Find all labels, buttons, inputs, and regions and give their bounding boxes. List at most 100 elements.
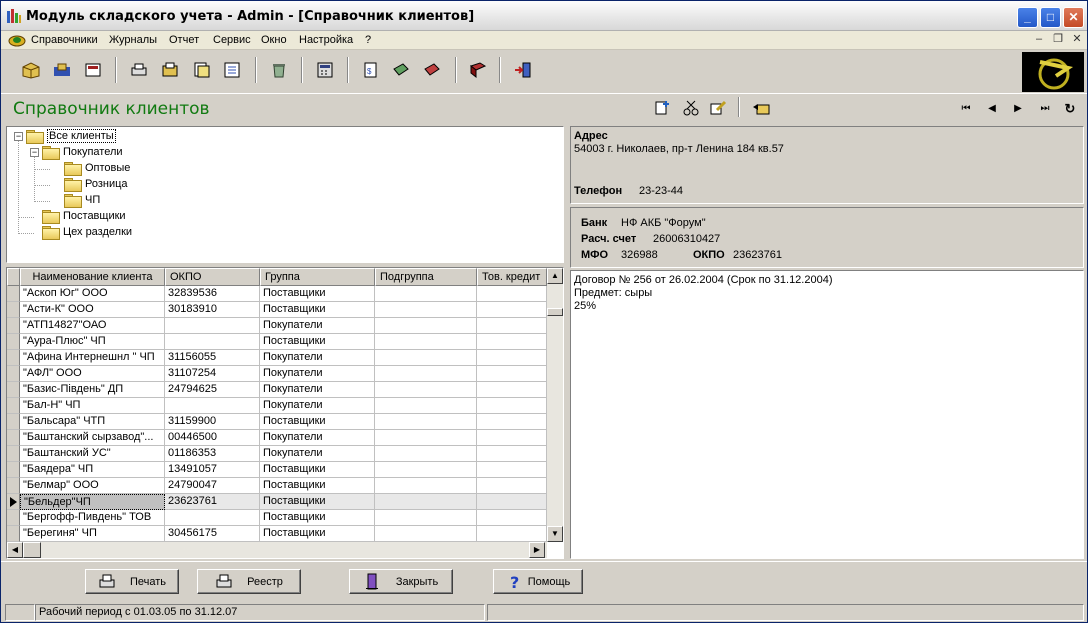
scroll-down-button[interactable]: ▼ bbox=[547, 526, 563, 542]
horizontal-scrollbar[interactable]: ◀ ▶ bbox=[7, 542, 547, 558]
vertical-scrollbar[interactable]: ▲ ▼ bbox=[547, 268, 563, 542]
collapse-toggle[interactable]: − bbox=[30, 148, 39, 157]
cell-name[interactable]: "Аскоп Юг" ООО bbox=[20, 286, 165, 302]
cell-credit[interactable] bbox=[477, 398, 547, 414]
cell-okpo[interactable] bbox=[165, 398, 260, 414]
notes-memo[interactable]: Договор № 256 от 26.02.2004 (Срок по 31.… bbox=[570, 270, 1084, 559]
cell-credit[interactable] bbox=[477, 462, 547, 478]
first-record-button[interactable]: ⏮ bbox=[955, 100, 977, 118]
cell-name[interactable]: "Бальсара" ЧТП bbox=[20, 414, 165, 430]
table-row[interactable]: "Баштанский сырзавод"... 00446500 Покупате… bbox=[7, 430, 547, 446]
cell-subgroup[interactable] bbox=[375, 318, 477, 334]
cell-group[interactable]: Покупатели bbox=[260, 350, 375, 366]
menu-service[interactable]: Сервис bbox=[213, 34, 251, 46]
client-group-tree[interactable]: − − Все клиенты Покупатели Оптовые Розни… bbox=[6, 126, 564, 263]
refresh-button[interactable]: ↻ bbox=[1059, 100, 1081, 118]
cell-group[interactable]: Поставщики bbox=[260, 494, 375, 510]
print-button[interactable]: Печать bbox=[85, 569, 179, 594]
book-button[interactable] bbox=[466, 59, 490, 81]
cell-credit[interactable] bbox=[477, 382, 547, 398]
row-indicator[interactable] bbox=[7, 334, 20, 350]
cell-credit[interactable] bbox=[477, 366, 547, 382]
cell-group[interactable]: Покупатели bbox=[260, 318, 375, 334]
next-record-button[interactable]: ▶ bbox=[1007, 100, 1029, 118]
cell-name[interactable]: "Баштанский сырзавод"... bbox=[20, 430, 165, 446]
column-header-group[interactable]: Группа bbox=[260, 268, 375, 286]
row-indicator[interactable] bbox=[7, 446, 20, 462]
table-row[interactable]: "Баштанский УС" 01186353 Покупатели bbox=[7, 446, 547, 462]
cell-okpo[interactable]: 32839536 bbox=[165, 286, 260, 302]
table-row[interactable]: "Афина Интернешнл " ЧП 31156055 Покупатели bbox=[7, 350, 547, 366]
cell-name[interactable]: "Афина Интернешнл " ЧП bbox=[20, 350, 165, 366]
mdi-close-button[interactable]: ✕ bbox=[1069, 33, 1085, 47]
row-indicator[interactable] bbox=[7, 526, 20, 542]
cell-group[interactable]: Поставщики bbox=[260, 302, 375, 318]
cell-group[interactable]: Покупатели bbox=[260, 382, 375, 398]
menu-help[interactable]: ? bbox=[365, 34, 371, 46]
open-folder-button[interactable] bbox=[750, 98, 772, 118]
column-header-credit[interactable]: Тов. кредит bbox=[477, 268, 547, 286]
table-row[interactable]: "Берегиня" ЧП 30456175 Поставщики bbox=[7, 526, 547, 542]
scroll-right-button[interactable]: ▶ bbox=[529, 542, 545, 558]
table-row[interactable]: "Аскоп Юг" ООО 32839536 Поставщики bbox=[7, 286, 547, 302]
tree-node-workshop[interactable]: Цех разделки bbox=[42, 224, 132, 240]
cell-okpo[interactable]: 31159900 bbox=[165, 414, 260, 430]
tree-node-suppliers[interactable]: Поставщики bbox=[42, 208, 126, 224]
tree-node-all-clients[interactable]: Все клиенты bbox=[26, 128, 116, 144]
cell-okpo[interactable] bbox=[165, 318, 260, 334]
cell-subgroup[interactable] bbox=[375, 366, 477, 382]
cell-group[interactable]: Поставщики bbox=[260, 334, 375, 350]
cell-name[interactable]: "Асти-К" ООО bbox=[20, 302, 165, 318]
menu-journals[interactable]: Журналы bbox=[109, 34, 157, 46]
cell-credit[interactable] bbox=[477, 286, 547, 302]
tree-node-wholesale[interactable]: Оптовые bbox=[64, 160, 130, 176]
table-row[interactable]: "Аура-Плюс" ЧП Поставщики bbox=[7, 334, 547, 350]
table-row[interactable]: "Асти-К" ООО 30183910 Поставщики bbox=[7, 302, 547, 318]
cell-credit[interactable] bbox=[477, 526, 547, 542]
cell-okpo[interactable]: 23623761 bbox=[165, 494, 260, 510]
cell-subgroup[interactable] bbox=[375, 382, 477, 398]
row-indicator[interactable] bbox=[7, 430, 20, 446]
cell-name[interactable]: "Бельдер"ЧП bbox=[20, 494, 165, 510]
cell-subgroup[interactable] bbox=[375, 350, 477, 366]
cards-button[interactable] bbox=[81, 59, 105, 81]
table-row[interactable]: "АТП14827"ОАО Покупатели bbox=[7, 318, 547, 334]
report3-button[interactable] bbox=[420, 59, 444, 81]
menu-settings[interactable]: Настройка bbox=[299, 34, 353, 46]
row-indicator[interactable] bbox=[7, 462, 20, 478]
cell-name[interactable]: "Белмар" ООО bbox=[20, 478, 165, 494]
cell-subgroup[interactable] bbox=[375, 430, 477, 446]
table-row[interactable]: "АФЛ" ООО 31107254 Покупатели bbox=[7, 366, 547, 382]
mdi-minimize-button[interactable]: – bbox=[1031, 33, 1047, 47]
cell-subgroup[interactable] bbox=[375, 526, 477, 542]
cell-subgroup[interactable] bbox=[375, 510, 477, 526]
cell-name[interactable]: "Бал-Н" ЧП bbox=[20, 398, 165, 414]
cell-name[interactable]: "Аура-Плюс" ЧП bbox=[20, 334, 165, 350]
menu-report[interactable]: Отчет bbox=[169, 34, 199, 46]
table-row[interactable]: "Белмар" ООО 24790047 Поставщики bbox=[7, 478, 547, 494]
table-row[interactable]: "Баядера" ЧП 13491057 Поставщики bbox=[7, 462, 547, 478]
row-indicator[interactable] bbox=[7, 414, 20, 430]
cell-subgroup[interactable] bbox=[375, 398, 477, 414]
cell-group[interactable]: Поставщики bbox=[260, 526, 375, 542]
cell-credit[interactable] bbox=[477, 318, 547, 334]
menu-window[interactable]: Окно bbox=[261, 34, 287, 46]
cell-name[interactable]: "Баштанский УС" bbox=[20, 446, 165, 462]
table-row[interactable]: "Бельдер"ЧП 23623761 Поставщики bbox=[7, 494, 547, 510]
cell-group[interactable]: Поставщики bbox=[260, 510, 375, 526]
column-header-name[interactable]: Наименование клиента bbox=[20, 268, 165, 286]
cell-group[interactable]: Поставщики bbox=[260, 462, 375, 478]
column-header-subgroup[interactable]: Подгруппа bbox=[375, 268, 477, 286]
cell-okpo[interactable]: 00446500 bbox=[165, 430, 260, 446]
tree-node-pe[interactable]: ЧП bbox=[64, 192, 100, 208]
title-bar[interactable]: Модуль складского учета - Admin - [Справ… bbox=[1, 1, 1087, 31]
row-indicator[interactable] bbox=[7, 398, 20, 414]
cell-subgroup[interactable] bbox=[375, 494, 477, 510]
row-indicator[interactable] bbox=[7, 478, 20, 494]
row-indicator[interactable] bbox=[7, 366, 20, 382]
tree-node-retail[interactable]: Розница bbox=[64, 176, 128, 192]
cut-button[interactable] bbox=[680, 98, 702, 118]
cell-subgroup[interactable] bbox=[375, 302, 477, 318]
cell-okpo[interactable]: 31156055 bbox=[165, 350, 260, 366]
clients-grid[interactable]: Наименование клиента ОКПО Группа Подгруп… bbox=[6, 267, 564, 559]
